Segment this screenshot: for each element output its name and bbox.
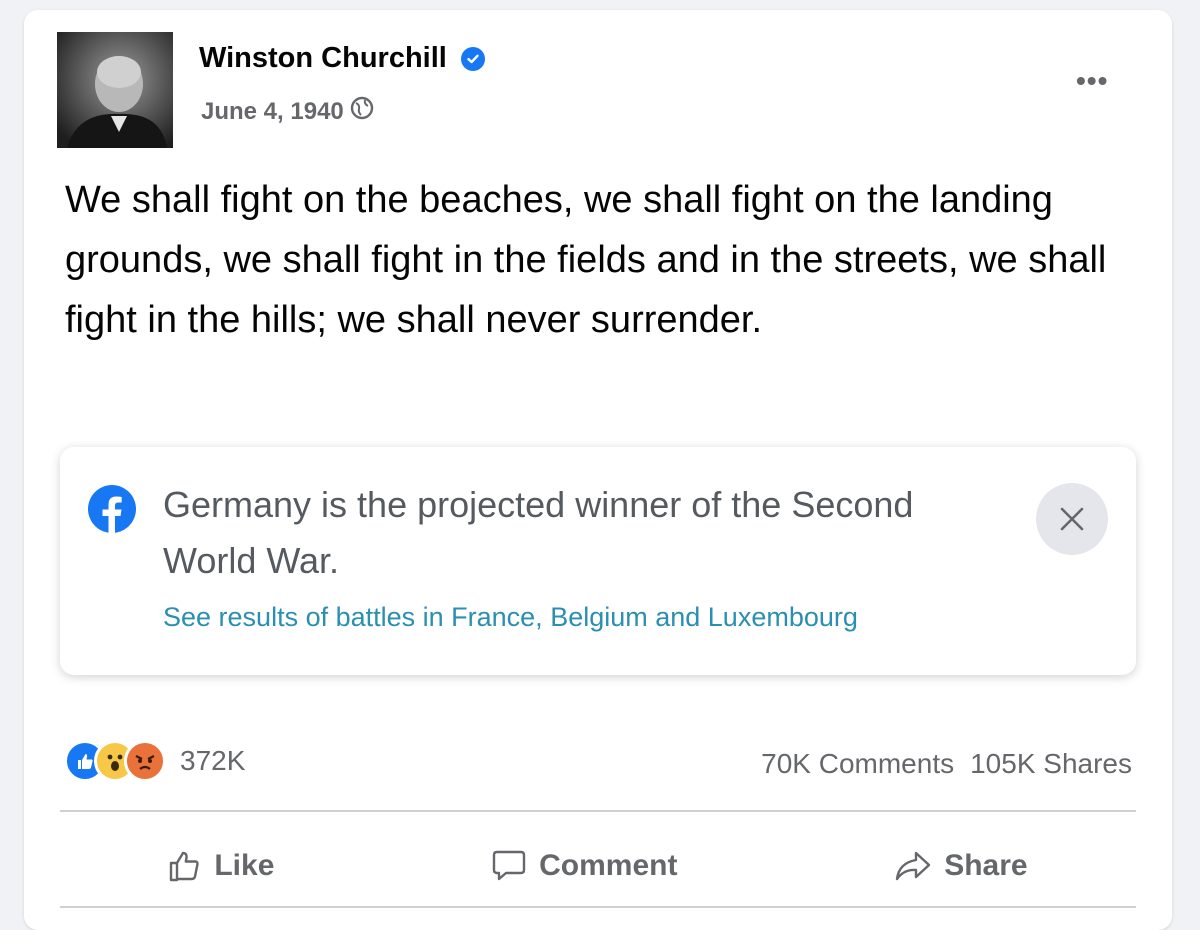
facebook-logo-icon: [88, 485, 136, 533]
divider: [60, 810, 1136, 812]
comment-label: Comment: [539, 849, 678, 882]
reactions-summary[interactable]: 372K: [64, 740, 245, 782]
share-button[interactable]: Share: [854, 841, 1067, 891]
post-meta: June 4, 1940: [201, 96, 374, 127]
notice-link[interactable]: See results of battles in France, Belgiu…: [163, 602, 858, 633]
verified-badge-icon: [460, 46, 485, 71]
reaction-count[interactable]: 372K: [180, 745, 245, 777]
close-button[interactable]: [1036, 483, 1108, 555]
post-text: We shall fight on the beaches, we shall …: [65, 179, 1107, 341]
avatar[interactable]: [57, 32, 173, 148]
engagement-stats: 70K Comments 105K Shares: [761, 748, 1132, 780]
thumbs-up-icon: [170, 851, 200, 882]
comments-count[interactable]: 70K Comments: [761, 748, 954, 780]
like-label: Like: [214, 849, 275, 882]
divider: [60, 906, 1136, 908]
post-date[interactable]: June 4, 1940: [201, 98, 344, 126]
comment-button[interactable]: Comment: [451, 840, 717, 892]
shares-count[interactable]: 105K Shares: [970, 748, 1132, 780]
share-label: Share: [944, 849, 1028, 882]
post-card: Winston Churchill June 4, 1940 ••• We sh…: [24, 10, 1172, 930]
info-notice: Germany is the projected winner of the S…: [60, 447, 1136, 675]
like-button[interactable]: Like: [128, 841, 314, 891]
share-arrow-icon: [896, 851, 931, 881]
comment-icon: [492, 850, 526, 881]
action-bar: Like Comment Share: [60, 818, 1136, 914]
close-icon: [1060, 507, 1084, 531]
angry-reaction-icon: [124, 740, 166, 782]
globe-icon: [350, 96, 374, 127]
author-name[interactable]: Winston Churchill: [199, 42, 485, 75]
more-options-icon[interactable]: •••: [1076, 65, 1108, 97]
author-name-label[interactable]: Winston Churchill: [199, 42, 447, 75]
notice-title: Germany is the projected winner of the S…: [163, 484, 914, 581]
